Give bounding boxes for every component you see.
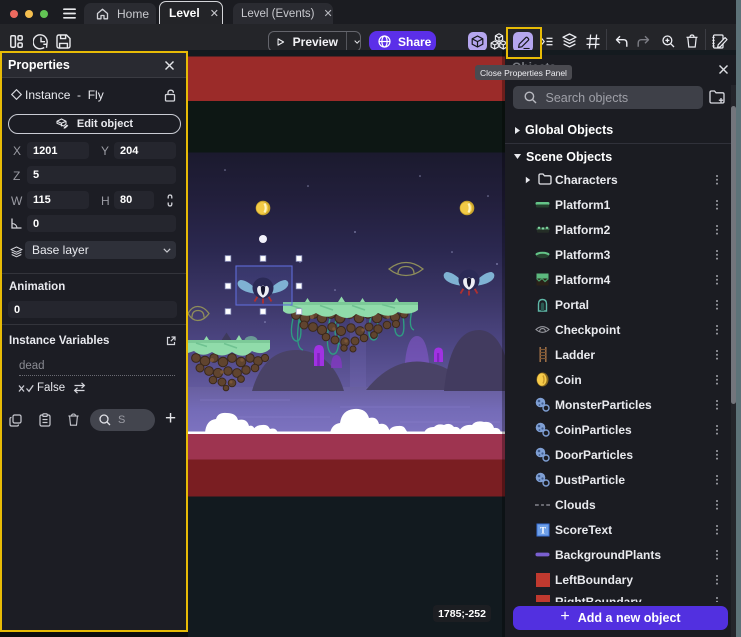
svg-text:T: T [539,525,545,535]
svg-text:1785;-252: 1785;-252 [438,608,486,620]
